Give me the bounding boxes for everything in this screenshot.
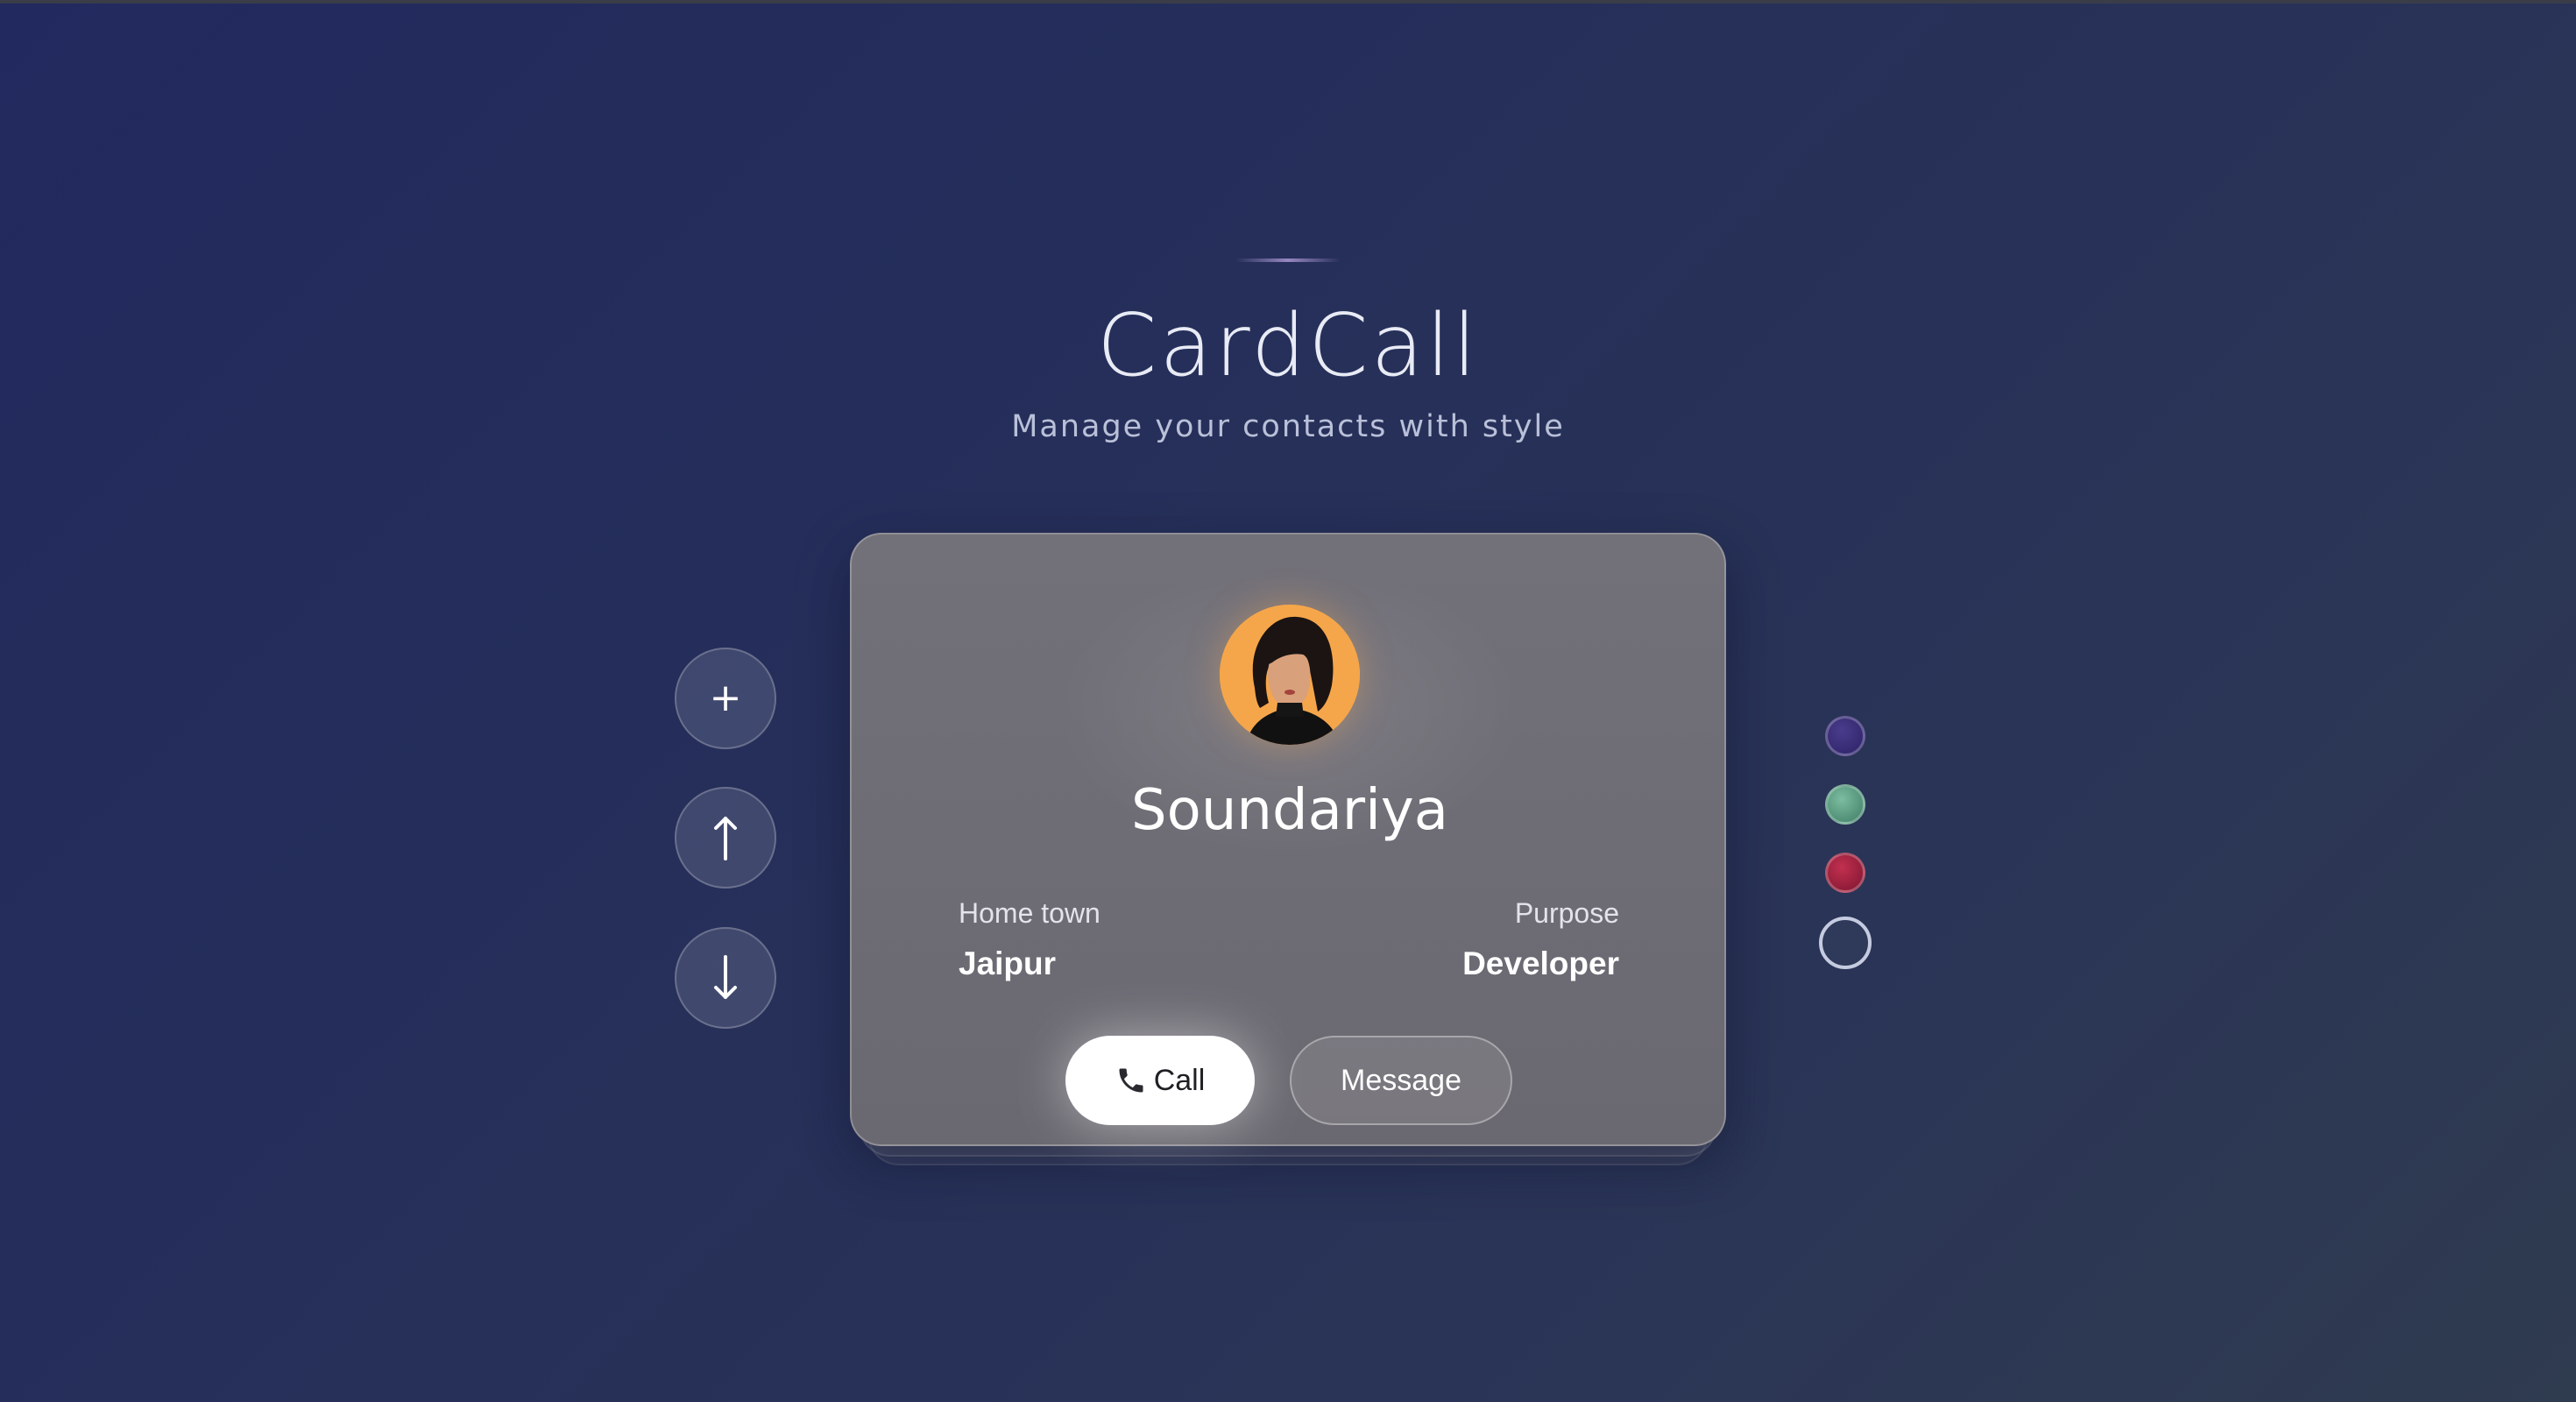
theme-swatch-crimson[interactable] [1825,853,1865,893]
call-label: Call [1153,1063,1206,1097]
theme-swatch-indigo[interactable] [1825,716,1865,756]
hometown-label: Home town [959,897,1100,929]
next-contact-button[interactable] [675,927,776,1029]
message-label: Message [1341,1063,1461,1097]
hometown-value: Jaipur [959,945,1057,981]
title-accent-line [1235,258,1341,262]
window-top-border [0,0,2576,4]
app-subtitle: Manage your contacts with style [1011,409,1565,444]
arrow-up-icon [712,815,739,860]
message-button[interactable]: Message [1290,1036,1512,1125]
purpose-label: Purpose [1514,897,1619,929]
contact-card: Soundariya Home town Jaipur Purpose Deve… [850,533,1726,1146]
app-title: CardCall [1096,296,1480,396]
profile-photo [1220,605,1360,745]
add-contact-button[interactable]: + [675,648,776,749]
arrow-down-icon [712,955,739,1001]
phone-icon [1115,1065,1147,1096]
plus-icon: + [709,676,742,720]
contact-name: Soundariya [1131,778,1448,843]
call-button[interactable]: Call [1065,1036,1255,1125]
avatar [1220,605,1360,745]
previous-contact-button[interactable] [675,787,776,889]
theme-swatch-teal[interactable] [1825,784,1865,825]
theme-swatch-slate-selected[interactable] [1819,917,1872,969]
purpose-value: Developer [1462,945,1619,981]
